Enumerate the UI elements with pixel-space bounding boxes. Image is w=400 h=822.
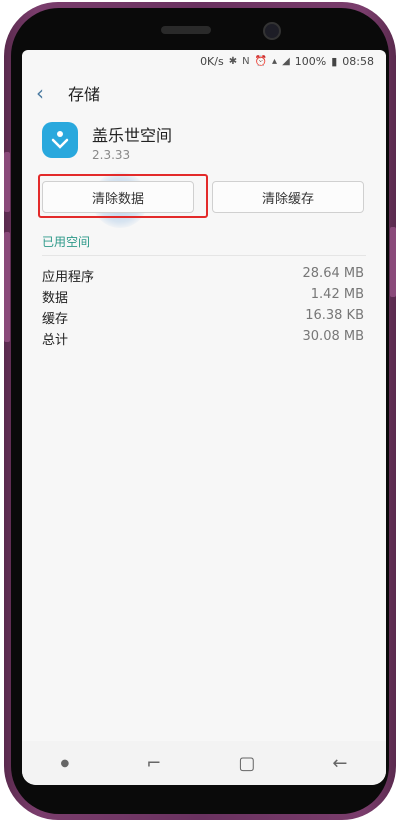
volume-button (4, 152, 10, 212)
battery-icon: ▮ (331, 54, 338, 68)
row-value: 16.38 KB (305, 308, 364, 323)
nav-back-icon[interactable]: ← (332, 753, 347, 774)
page-title: 存储 (68, 85, 101, 104)
storage-list: 应用程序 28.64 MB 数据 1.42 MB 缓存 16.38 KB 总计 … (42, 266, 364, 350)
section-title: 已用空间 (42, 235, 91, 249)
navigation-bar: ● ⌐ ▢ ← (22, 741, 386, 785)
bluetooth-icon: ✱ (228, 55, 238, 67)
row-label: 应用程序 (42, 270, 95, 285)
dot-icon: ● (60, 757, 70, 769)
battery-text: 100% (294, 54, 327, 68)
divider (42, 255, 366, 256)
clear-cache-button[interactable]: 清除缓存 (212, 181, 364, 213)
alarm-icon: ⏰ (254, 55, 268, 67)
highlight-box (38, 174, 208, 218)
bixby-button (4, 232, 10, 342)
row-value: 1.42 MB (310, 287, 364, 302)
list-item: 数据 1.42 MB (42, 287, 364, 308)
phone-frame: 0K/s ✱ N ⏰ ▴ ◢ 100% ▮ 08:58 ‹ 存储 盖乐世空间 2… (4, 2, 396, 820)
row-label: 总计 (42, 333, 69, 348)
signal-icon: ◢ (282, 55, 290, 67)
list-item: 总计 30.08 MB (42, 329, 364, 350)
row-label: 缓存 (42, 312, 69, 327)
app-version: 2.3.33 (92, 148, 131, 162)
front-camera (263, 22, 281, 40)
row-label: 数据 (42, 291, 69, 306)
net-speed: 0K/s (200, 54, 224, 68)
home-icon[interactable]: ▢ (238, 753, 255, 774)
recent-apps-icon[interactable]: ⌐ (146, 753, 161, 774)
list-item: 应用程序 28.64 MB (42, 266, 364, 287)
screen: 0K/s ✱ N ⏰ ▴ ◢ 100% ▮ 08:58 ‹ 存储 盖乐世空间 2… (22, 50, 386, 785)
row-value: 30.08 MB (302, 329, 364, 344)
app-info: 盖乐世空间 2.3.33 (42, 122, 172, 162)
app-name: 盖乐世空间 (92, 126, 173, 145)
list-item: 缓存 16.38 KB (42, 308, 364, 329)
nfc-icon: N (242, 55, 250, 67)
clock: 08:58 (342, 54, 374, 68)
power-button (390, 227, 396, 297)
status-bar: 0K/s ✱ N ⏰ ▴ ◢ 100% ▮ 08:58 (22, 50, 386, 72)
earpiece (161, 26, 211, 34)
app-bar: ‹ 存储 (22, 76, 386, 110)
galaxy-space-app-icon (42, 122, 78, 158)
wifi-icon: ▴ (272, 55, 278, 67)
row-value: 28.64 MB (302, 266, 364, 281)
back-arrow-icon[interactable]: ‹ (36, 83, 58, 103)
